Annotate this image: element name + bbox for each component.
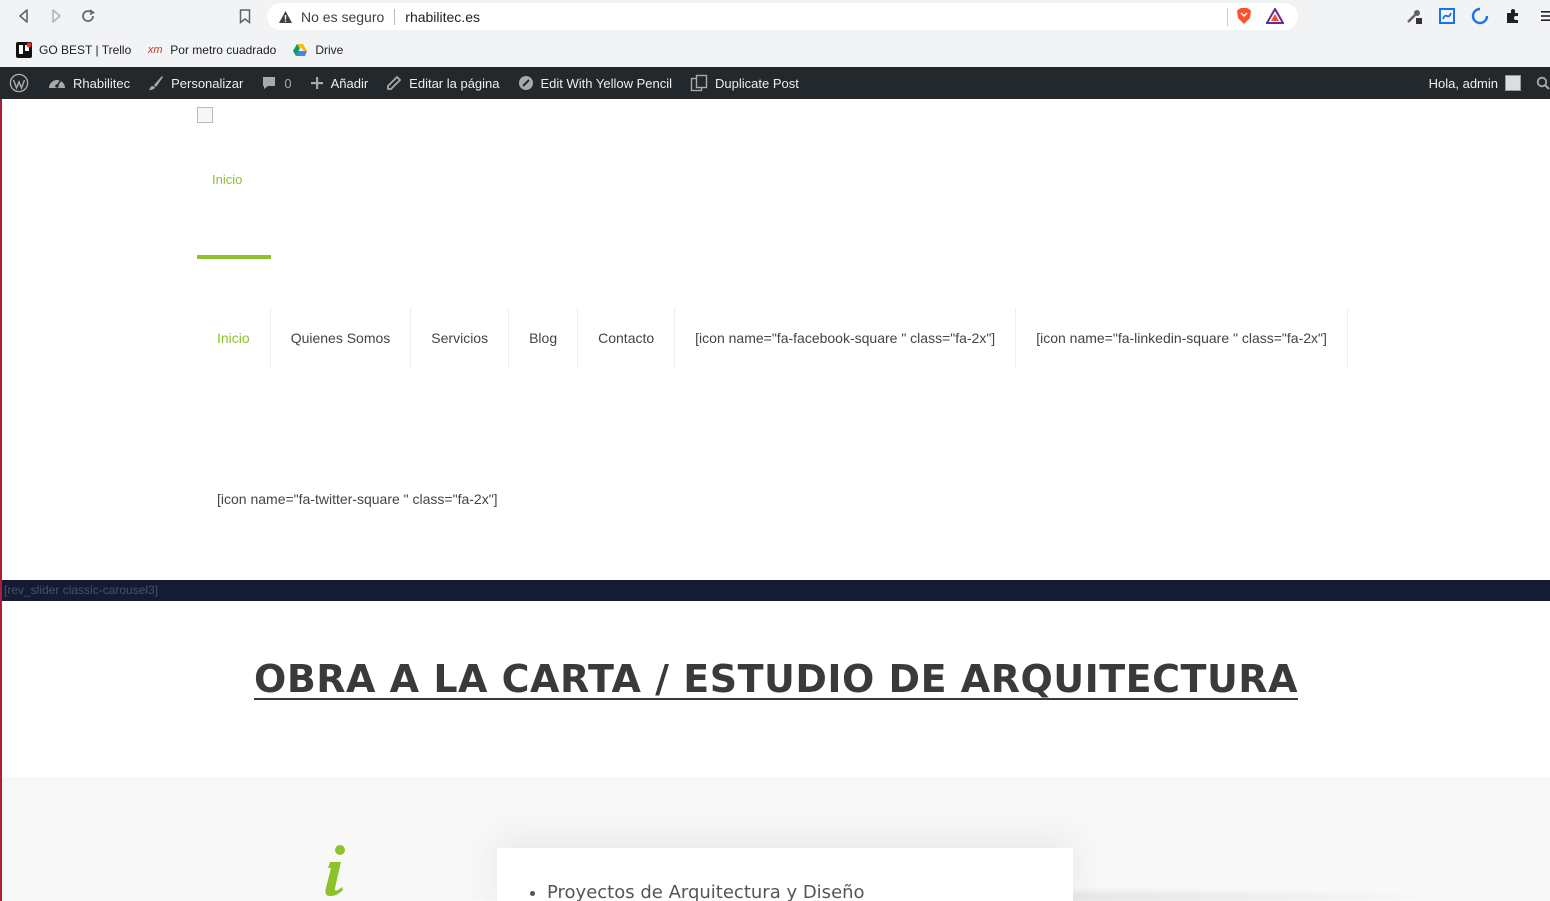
bookmark-label: Por metro cuadrado <box>170 43 277 57</box>
trello-icon <box>16 42 32 58</box>
nav-item-inicio[interactable]: Inicio <box>197 308 271 368</box>
pencil-icon <box>387 75 402 90</box>
reload-icon[interactable] <box>78 6 98 26</box>
dashboard-icon <box>49 80 65 88</box>
menu-icon[interactable] <box>1536 6 1550 26</box>
bookmark-por-metro-cuadrado[interactable]: xm Por metro cuadrado <box>147 42 276 58</box>
address-bar[interactable]: No es seguro rhabilitec.es <box>267 3 1298 30</box>
url-separator <box>394 8 396 25</box>
comments-count: 0 <box>284 75 292 91</box>
greeting-label: Hola, admin <box>1428 75 1498 91</box>
page-title: OBRA A LA CARTA / ESTUDIO DE ARQUITECTUR… <box>2 657 1550 701</box>
bookmark-trello[interactable]: GO BEST | Trello <box>16 42 131 58</box>
xm-icon: xm <box>147 44 163 56</box>
nav-item-servicios[interactable]: Servicios <box>411 308 510 368</box>
admin-yellow-pencil-link[interactable]: Edit With Yellow Pencil <box>509 67 682 99</box>
wordpress-logo-icon[interactable] <box>0 67 39 99</box>
broken-logo-image[interactable] <box>197 107 213 123</box>
list-item: Proyectos de Arquitectura y Diseño <box>547 882 865 901</box>
bookmark-drive[interactable]: Drive <box>292 42 343 58</box>
nav-item-facebook-shortcode[interactable]: [icon name="fa-facebook-square " class="… <box>675 308 1017 368</box>
admin-duplicate-post-link[interactable]: Duplicate Post <box>681 67 808 99</box>
main-navigation: Inicio Quienes Somos Servicios Blog Cont… <box>197 308 1348 368</box>
admin-account-link[interactable]: Hola, admin <box>1420 67 1530 99</box>
active-indicator-bar <box>197 255 271 259</box>
duplicate-icon <box>690 74 708 92</box>
comment-icon <box>263 77 276 89</box>
security-label[interactable]: No es seguro <box>301 9 384 25</box>
site-name: Rhabilitec <box>73 75 131 91</box>
add-new-label: Añadir <box>330 75 369 91</box>
sync-extension-icon[interactable] <box>1470 6 1490 26</box>
bookmark-label: GO BEST | Trello <box>39 43 132 57</box>
duplicate-post-label: Duplicate Post <box>715 75 799 91</box>
forward-icon[interactable] <box>46 6 66 26</box>
url-text[interactable]: rhabilitec.es <box>405 9 480 25</box>
info-icon <box>325 845 345 897</box>
slider-placeholder: [rev_slider classic-carousel3] <box>2 580 1550 601</box>
search-icon[interactable] <box>1530 67 1550 99</box>
services-card: Proyectos de Arquitectura y Diseño <box>497 848 1073 901</box>
warning-icon[interactable] <box>277 9 293 25</box>
yellow-pencil-label: Edit With Yellow Pencil <box>540 75 673 91</box>
screenshot-extension-icon[interactable] <box>1437 6 1457 26</box>
browser-toolbar: No es seguro rhabilitec.es <box>0 0 1550 33</box>
nav-item-quienes-somos[interactable]: Quienes Somos <box>271 308 412 368</box>
admin-comments-link[interactable]: 0 <box>252 67 300 99</box>
wp-admin-bar: Rhabilitec Personalizar 0 Añadir Editar … <box>0 67 1550 99</box>
brave-shield-icon[interactable] <box>1236 7 1252 30</box>
page-title-text: OBRA A LA CARTA / ESTUDIO DE ARQUITECTUR… <box>254 657 1298 701</box>
admin-add-new-link[interactable]: Añadir <box>301 67 378 99</box>
page-content: Inicio Inicio Quienes Somos Servicios Bl… <box>0 99 1550 901</box>
drive-icon <box>292 42 308 58</box>
back-icon[interactable] <box>14 6 34 26</box>
admin-edit-page-link[interactable]: Editar la página <box>377 67 508 99</box>
eyedropper-extension-icon[interactable] <box>1404 6 1424 26</box>
nav-item-linkedin-shortcode[interactable]: [icon name="fa-linkedin-square " class="… <box>1016 308 1348 368</box>
services-list: Proyectos de Arquitectura y Diseño <box>547 882 865 901</box>
nav-item-blog[interactable]: Blog <box>509 308 579 368</box>
top-inicio-link[interactable]: Inicio <box>212 172 242 187</box>
avatar <box>1505 75 1521 91</box>
url-divider <box>1227 8 1228 26</box>
nav-item-contacto[interactable]: Contacto <box>578 308 676 368</box>
bookmarks-bar: GO BEST | Trello xm Por metro cuadrado D… <box>0 33 1550 67</box>
brave-rewards-icon[interactable] <box>1265 6 1285 29</box>
plus-icon <box>310 77 323 89</box>
bookmark-label: Drive <box>315 43 344 57</box>
admin-site-link[interactable]: Rhabilitec <box>39 67 139 99</box>
bookmark-icon[interactable] <box>235 6 255 26</box>
edit-page-label: Editar la página <box>409 75 500 91</box>
brush-icon <box>149 76 164 90</box>
puzzle-extensions-icon[interactable] <box>1503 6 1523 26</box>
admin-customize-link[interactable]: Personalizar <box>139 67 252 99</box>
twitter-shortcode-link[interactable]: [icon name="fa-twitter-square " class="f… <box>217 491 498 507</box>
yellow-pencil-icon <box>518 76 533 90</box>
customize-label: Personalizar <box>171 75 244 91</box>
